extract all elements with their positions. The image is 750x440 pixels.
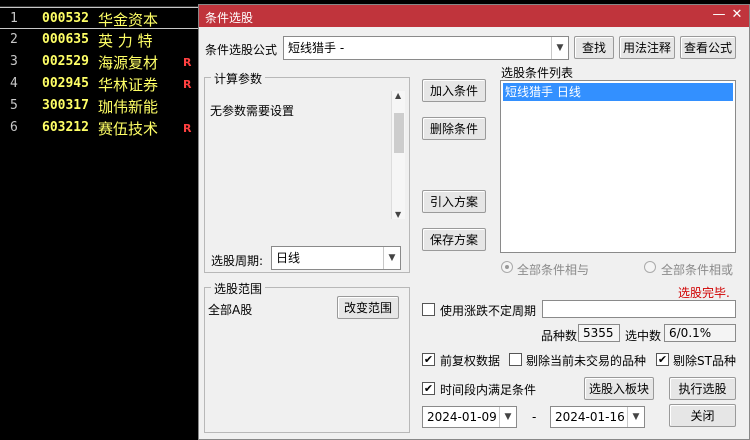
exclude-untraded-checkbox[interactable] bbox=[509, 353, 522, 366]
find-button[interactable]: 查找 bbox=[574, 36, 614, 59]
save-plan-button[interactable]: 保存方案 bbox=[422, 228, 486, 251]
row-index: 1 bbox=[10, 11, 18, 26]
import-plan-button[interactable]: 引入方案 bbox=[422, 190, 486, 213]
stock-name: 海源复材 bbox=[98, 54, 159, 72]
and-radio-label: 全部条件相与 bbox=[517, 263, 590, 277]
pre-adjust-label: 前复权数据 bbox=[440, 354, 501, 368]
formula-label: 条件选股公式 bbox=[205, 43, 278, 57]
chevron-down-icon[interactable]: ▼ bbox=[551, 37, 568, 59]
or-radio-label: 全部条件相或 bbox=[661, 263, 734, 277]
exclude-st-checkbox[interactable]: ✔ bbox=[656, 353, 669, 366]
stock-name: 英 力 特 bbox=[98, 32, 153, 50]
params-group-title: 计算参数 bbox=[211, 70, 266, 87]
view-formula-button[interactable]: 查看公式 bbox=[680, 36, 736, 59]
stock-name: 珈伟新能 bbox=[98, 98, 159, 116]
time-range-label: 时间段内满足条件 bbox=[440, 383, 537, 397]
stock-code: 000532 bbox=[42, 11, 89, 26]
stock-name: 华林证券 bbox=[98, 76, 159, 94]
change-range-button[interactable]: 改变范围 bbox=[337, 296, 399, 319]
and-radio[interactable] bbox=[501, 261, 513, 273]
exclude-untraded-label: 剔除当前未交易的品种 bbox=[526, 354, 647, 368]
count-label: 品种数 bbox=[541, 329, 578, 343]
formula-select[interactable]: 短线猎手 - ▼ bbox=[283, 36, 569, 60]
row-index: 6 bbox=[10, 120, 18, 135]
stock-list: 1 000532 华金资本 2 000635 英 力 特 3 002529 海源… bbox=[0, 0, 198, 440]
calendar-dropdown-icon[interactable]: ▼ bbox=[627, 407, 644, 427]
params-scrollbar[interactable]: ▲ ▼ bbox=[391, 91, 405, 219]
scroll-thumb[interactable] bbox=[394, 113, 404, 153]
execute-button[interactable]: 执行选股 bbox=[669, 377, 736, 400]
stock-row[interactable]: 6 603212 赛伍技术 R bbox=[0, 117, 198, 139]
date-to-value: 2024-01-16 bbox=[555, 410, 625, 424]
date-from-field[interactable]: 2024-01-09 ▼ bbox=[422, 406, 517, 428]
stock-row[interactable]: 5 300317 珈伟新能 bbox=[0, 95, 198, 117]
scroll-down-icon[interactable]: ▼ bbox=[395, 210, 401, 219]
status-text: 选股完毕. bbox=[678, 286, 730, 300]
date-separator: - bbox=[532, 410, 537, 424]
stock-flag: R bbox=[183, 78, 192, 91]
condition-list-label: 选股条件列表 bbox=[501, 66, 574, 80]
usage-notes-button[interactable]: 用法注释 bbox=[619, 36, 675, 59]
minimize-icon[interactable]: — bbox=[711, 7, 727, 23]
row-index: 3 bbox=[10, 54, 18, 69]
period-value: 日线 bbox=[276, 251, 301, 265]
range-value: 全部A股 bbox=[208, 303, 253, 317]
stock-flag: R bbox=[183, 56, 192, 69]
range-group-title: 选股范围 bbox=[211, 280, 266, 297]
stock-code: 000635 bbox=[42, 32, 89, 47]
period-input[interactable] bbox=[542, 300, 736, 318]
stock-code: 603212 bbox=[42, 120, 89, 135]
stock-code: 002529 bbox=[42, 54, 89, 69]
condition-list-item[interactable]: 短线猎手 日线 bbox=[503, 83, 733, 101]
stock-row[interactable]: 3 002529 海源复材 R bbox=[0, 51, 198, 73]
delete-condition-button[interactable]: 删除条件 bbox=[422, 117, 486, 140]
params-text: 无参数需要设置 bbox=[210, 104, 295, 118]
date-from-value: 2024-01-09 bbox=[427, 410, 497, 424]
use-period-checkbox[interactable] bbox=[422, 303, 435, 316]
stock-row[interactable]: 4 002945 华林证券 R bbox=[0, 73, 198, 95]
stock-code: 002945 bbox=[42, 76, 89, 91]
range-group: 选股范围 全部A股 改变范围 bbox=[204, 280, 410, 433]
stock-screener-dialog: 条件选股 — ✕ 条件选股公式 短线猎手 - ▼ 查找 用法注释 查看公式 计算… bbox=[198, 4, 750, 440]
add-condition-button[interactable]: 加入条件 bbox=[422, 79, 486, 102]
stock-list-header bbox=[0, 0, 198, 7]
row-index: 4 bbox=[10, 76, 18, 91]
count-value: 5355 bbox=[578, 324, 620, 342]
chevron-down-icon[interactable]: ▼ bbox=[383, 247, 400, 269]
dialog-title: 条件选股 bbox=[205, 11, 254, 25]
scroll-up-icon[interactable]: ▲ bbox=[395, 91, 401, 100]
period-label: 选股周期: bbox=[211, 254, 264, 268]
selected-value: 6/0.1% bbox=[664, 324, 736, 342]
stock-name: 赛伍技术 bbox=[98, 120, 159, 138]
period-select[interactable]: 日线 ▼ bbox=[271, 246, 401, 270]
close-icon[interactable]: ✕ bbox=[729, 7, 745, 23]
exclude-st-label: 剔除ST品种 bbox=[673, 354, 736, 368]
to-block-button[interactable]: 选股入板块 bbox=[584, 377, 654, 400]
close-button[interactable]: 关闭 bbox=[669, 404, 736, 427]
condition-list[interactable]: 短线猎手 日线 bbox=[500, 80, 736, 253]
selected-label: 选中数 bbox=[625, 329, 662, 343]
dialog-titlebar: 条件选股 — ✕ bbox=[199, 5, 749, 27]
stock-name: 华金资本 bbox=[98, 11, 159, 29]
or-radio[interactable] bbox=[644, 261, 656, 273]
formula-value: 短线猎手 - bbox=[288, 41, 345, 55]
date-to-field[interactable]: 2024-01-16 ▼ bbox=[550, 406, 645, 428]
stock-row[interactable]: 1 000532 华金资本 bbox=[0, 7, 198, 29]
params-group: 计算参数 无参数需要设置 ▲ ▼ 选股周期: 日线 ▼ bbox=[204, 70, 410, 273]
calendar-dropdown-icon[interactable]: ▼ bbox=[499, 407, 516, 427]
stock-row[interactable]: 2 000635 英 力 特 bbox=[0, 29, 198, 51]
row-index: 2 bbox=[10, 32, 18, 47]
use-period-label: 使用涨跌不定周期 bbox=[440, 304, 537, 318]
stock-code: 300317 bbox=[42, 98, 89, 113]
pre-adjust-checkbox[interactable]: ✔ bbox=[422, 353, 435, 366]
row-index: 5 bbox=[10, 98, 18, 113]
stock-flag: R bbox=[183, 122, 192, 135]
time-range-checkbox[interactable]: ✔ bbox=[422, 382, 435, 395]
